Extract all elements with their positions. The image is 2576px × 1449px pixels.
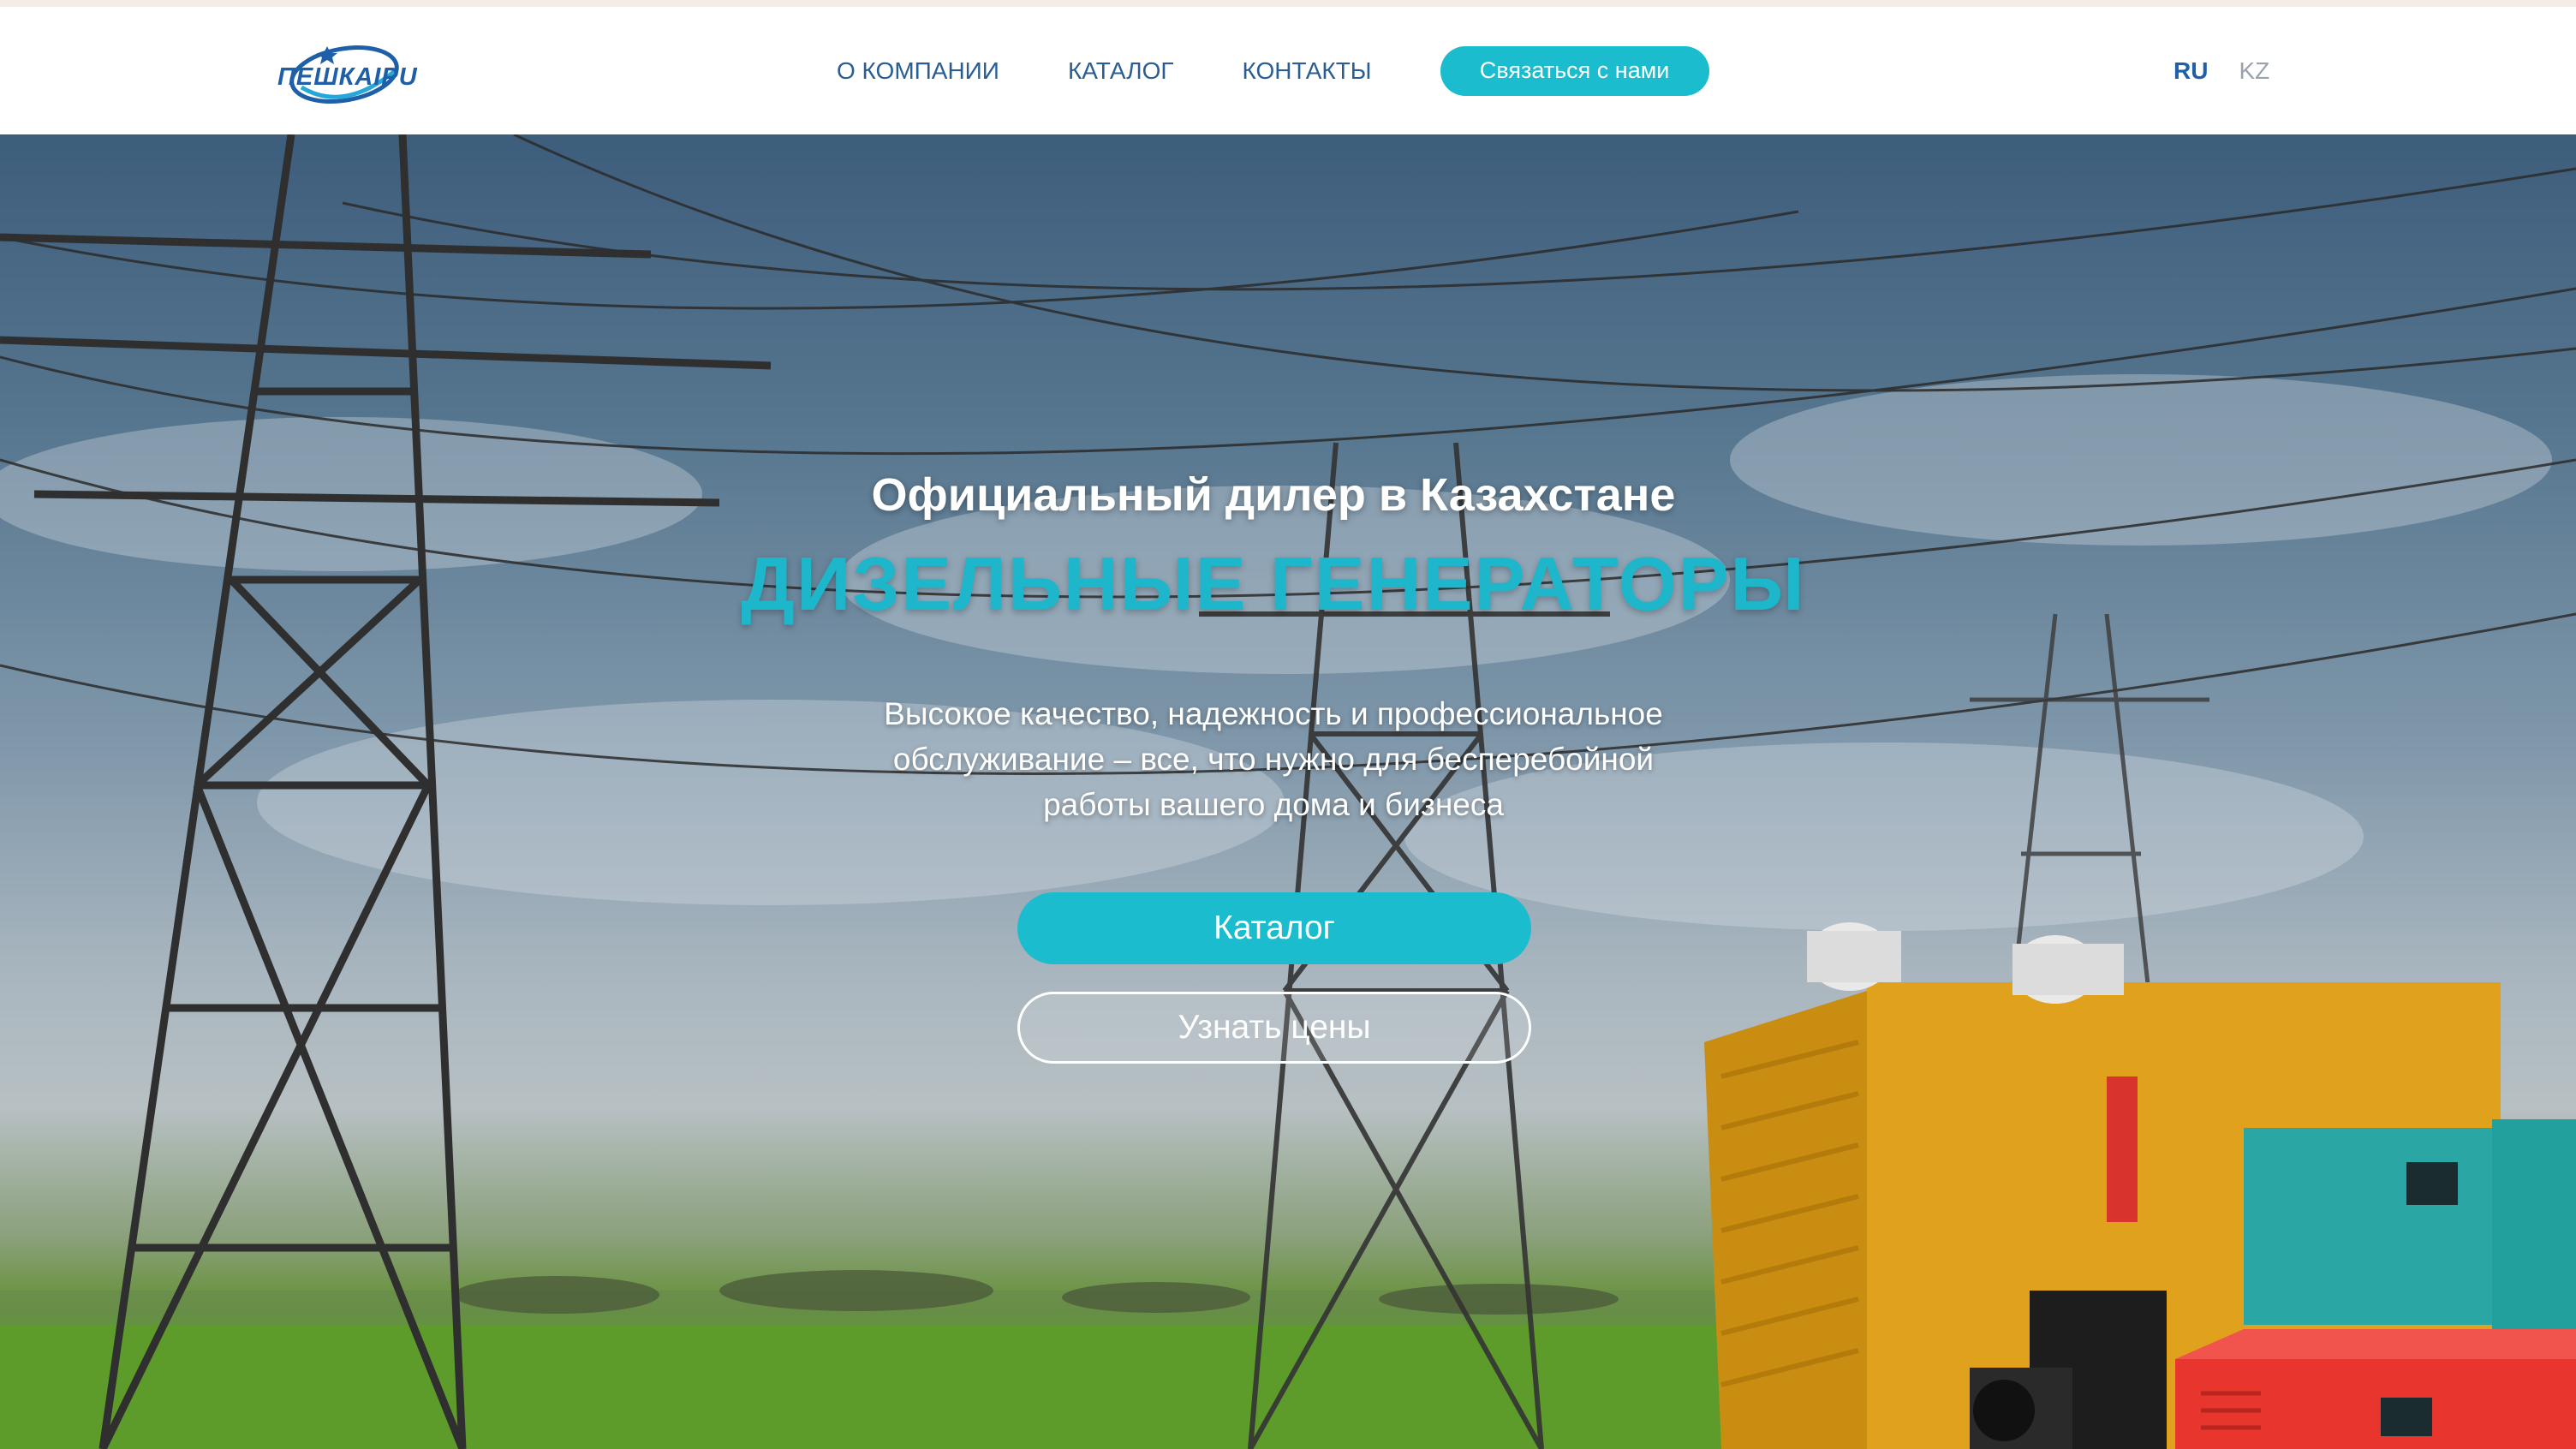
logo-text: ПЕШКАІРU <box>277 63 418 91</box>
company-logo[interactable]: ПЕШКАІРU <box>276 36 418 113</box>
main-nav: О КОМПАНИИ КАТАЛОГ КОНТАКТЫ Связаться с … <box>837 7 1709 134</box>
hero-title: ДИЗЕЛЬНЫЕ ГЕНЕРАТОРЫ <box>741 541 1806 626</box>
hero-content: Официальный дилер в Казахстане ДИЗЕЛЬНЫЕ… <box>0 134 2576 1449</box>
nav-item-contacts[interactable]: КОНТАКТЫ <box>1243 57 1372 85</box>
get-prices-button[interactable]: Узнать цены <box>1017 992 1531 1064</box>
nav-item-catalog[interactable]: КАТАЛОГ <box>1068 57 1174 85</box>
top-accent-line <box>0 0 2576 7</box>
language-switcher: RU KZ <box>2174 7 2300 134</box>
site-header: ПЕШКАІРU О КОМПАНИИ КАТАЛОГ КОНТАКТЫ Свя… <box>0 7 2576 134</box>
nav-item-about[interactable]: О КОМПАНИИ <box>837 57 999 85</box>
hero-description: Высокое качество, надежность и профессио… <box>884 696 1663 822</box>
catalog-button[interactable]: Каталог <box>1017 892 1531 964</box>
lang-ru[interactable]: RU <box>2174 57 2208 85</box>
contact-us-button[interactable]: Связаться с нами <box>1440 45 1709 96</box>
lang-kz[interactable]: KZ <box>2239 57 2269 85</box>
hero-subtitle: Официальный дилер в Казахстане <box>871 469 1676 521</box>
hero-section: Официальный дилер в Казахстане ДИЗЕЛЬНЫЕ… <box>0 134 2576 1449</box>
